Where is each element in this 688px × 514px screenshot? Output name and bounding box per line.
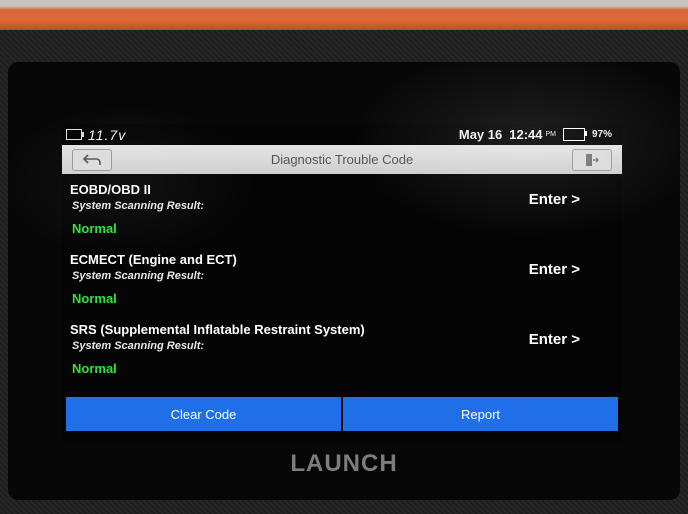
system-subtitle: System Scanning Result: [72, 200, 205, 212]
enter-button[interactable]: Enter > [529, 331, 580, 348]
status-right: May 16 12:44 PM 97% [459, 127, 622, 142]
vehicle-battery-icon [66, 129, 84, 140]
system-status: Normal [72, 221, 117, 236]
status-left: 11.7v [62, 127, 126, 143]
system-subtitle: System Scanning Result: [72, 340, 205, 352]
system-status: Normal [72, 291, 117, 306]
app-screen: 11.7v May 16 12:44 PM 97% Diagnostic Tro… [62, 124, 622, 444]
status-ampm: PM [545, 131, 556, 138]
system-status: Normal [72, 361, 117, 376]
report-button[interactable]: Report [343, 397, 618, 431]
battery-percent: 97% [591, 129, 612, 140]
back-arrow-icon [82, 154, 101, 165]
enter-button[interactable]: Enter > [529, 191, 580, 208]
clear-code-button[interactable]: Clear Code [66, 397, 341, 431]
system-name: EOBD/OBD II [70, 182, 151, 197]
brand-logo: LAUNCH [290, 450, 398, 477]
system-name: SRS (Supplemental Inflatable Restraint S… [70, 322, 365, 337]
enter-button[interactable]: Enter > [529, 261, 580, 278]
nav-bar: Diagnostic Trouble Code [62, 145, 622, 174]
voltage-readout: 11.7v [88, 126, 127, 143]
status-date: May 16 [458, 127, 503, 142]
action-bar: Clear Code Report [66, 397, 618, 431]
exit-door-icon [586, 154, 599, 166]
system-item-srs[interactable]: SRS (Supplemental Inflatable Restraint S… [70, 322, 610, 382]
system-subtitle: System Scanning Result: [72, 270, 205, 282]
status-bar: 11.7v May 16 12:44 PM 97% [62, 124, 622, 145]
exit-button[interactable] [572, 149, 612, 171]
battery-icon [562, 128, 587, 141]
system-name: ECMECT (Engine and ECT) [70, 252, 237, 267]
system-item-ecmect[interactable]: ECMECT (Engine and ECT) System Scanning … [70, 252, 610, 312]
page-title: Diagnostic Trouble Code [270, 152, 414, 167]
system-item-eobd[interactable]: EOBD/OBD II System Scanning Result: Norm… [70, 182, 610, 242]
device-casing-top [0, 0, 688, 30]
status-time: 12:44 [509, 127, 543, 142]
back-button[interactable] [72, 149, 112, 171]
